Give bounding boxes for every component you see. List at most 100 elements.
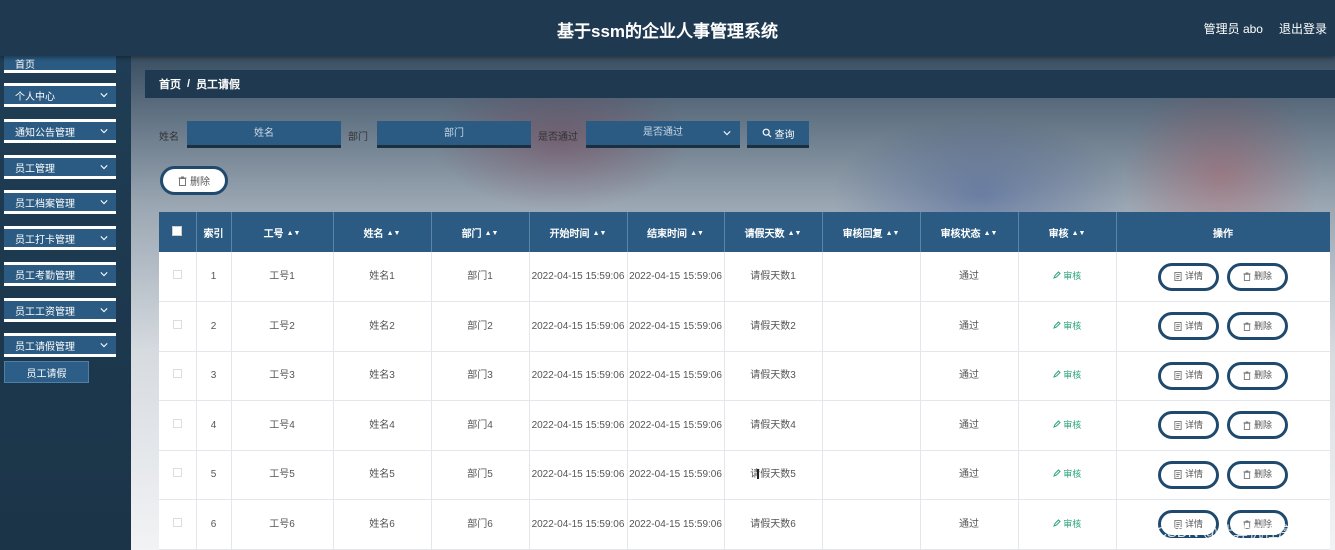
batch-delete-button[interactable]: 删除 (160, 166, 228, 195)
col-dept[interactable]: 部门 ▲▼ (431, 212, 530, 252)
row-checkbox[interactable] (172, 418, 182, 428)
sidebar-item-label: 员工考勤管理 (15, 270, 75, 282)
col-audit[interactable]: 审核 ▲▼ (1018, 212, 1117, 252)
sidebar-item[interactable]: 通知公告管理 (4, 119, 116, 143)
col-reply[interactable]: 审核回复 ▲▼ (822, 212, 921, 252)
chevron-down-icon (100, 343, 108, 348)
audit-link[interactable]: 审核 (1052, 271, 1081, 281)
select-all-header[interactable] (159, 212, 197, 252)
detail-button-label: 详情 (1184, 419, 1203, 430)
edit-icon (1052, 519, 1061, 527)
delete-button-label: 删除 (1253, 419, 1272, 430)
row-checkbox[interactable] (172, 270, 182, 279)
detail-button[interactable]: 详情 (1158, 460, 1219, 489)
cell-status: 通过 (920, 301, 1019, 352)
pass-select[interactable]: 是否通过 (586, 121, 740, 148)
delete-button[interactable]: 删除 (1227, 262, 1288, 291)
breadcrumb-home[interactable]: 首页 (159, 76, 181, 92)
query-button[interactable]: 查询 (747, 121, 809, 148)
delete-button[interactable]: 删除 (1227, 361, 1288, 390)
sidebar-item[interactable]: 员工请假管理 (4, 333, 116, 357)
cell-audit: 审核 (1018, 499, 1117, 550)
sidebar-item-label: 员工管理 (15, 163, 55, 175)
detail-button[interactable]: 详情 (1158, 312, 1219, 341)
sidebar-item[interactable]: 员工档案管理 (4, 190, 116, 214)
audit-link-label: 审核 (1063, 320, 1082, 331)
row-select-cell (159, 499, 197, 550)
logout-link[interactable]: 退出登录 (1279, 20, 1327, 37)
cell-start: 2022-04-15 15:59:06 (529, 252, 628, 302)
delete-button[interactable]: 删除 (1227, 312, 1288, 341)
cell-status: 通过 (920, 252, 1019, 302)
sidebar-item-label: 个人中心 (15, 91, 55, 103)
col-ops: 操作 (1116, 212, 1330, 252)
chevron-down-icon (100, 93, 108, 98)
row-checkbox[interactable] (172, 468, 182, 478)
col-name[interactable]: 姓名 ▲▼ (333, 212, 432, 252)
delete-button[interactable]: 删除 (1227, 411, 1288, 440)
detail-button-label: 详情 (1184, 320, 1203, 331)
table-row: 4 工号4 姓名4 部门4 2022-04-15 15:59:06 2022-04-15 … (159, 400, 1330, 451)
cell-index: 5 (196, 450, 232, 500)
delete-button[interactable]: 删除 (1227, 460, 1288, 489)
audit-link[interactable]: 审核 (1052, 370, 1081, 380)
audit-link[interactable]: 审核 (1052, 320, 1082, 331)
detail-button[interactable]: 详情 (1158, 411, 1219, 440)
sidebar-item[interactable]: 员工考勤管理 (4, 262, 116, 286)
row-checkbox[interactable] (172, 369, 182, 379)
sidebar-subitem-leave[interactable]: 员工请假 (4, 361, 89, 383)
detail-button[interactable]: 详情 (1158, 262, 1219, 291)
sidebar-item[interactable]: 员工管理 (4, 155, 116, 179)
row-checkbox[interactable] (172, 517, 182, 527)
cell-index: 4 (196, 400, 232, 451)
dept-input[interactable] (377, 121, 531, 148)
sidebar-item-label: 首页 (15, 60, 35, 71)
cell-ops: 详情 删除 (1116, 351, 1330, 401)
col-emp-no[interactable]: 工号 ▲▼ (231, 212, 334, 252)
cell-dept: 部门6 (431, 499, 530, 550)
breadcrumb: 首页 / 员工请假 (145, 70, 1335, 98)
table-row: 2 工号2 姓名2 部门2 2022-04-15 15:59:06 2022-04-15 … (159, 301, 1330, 352)
breadcrumb-current: 员工请假 (196, 79, 241, 91)
breadcrumb-separator: / (187, 78, 191, 90)
cell-days: 请假天数1 (724, 252, 823, 302)
cell-audit: 审核 (1018, 252, 1117, 302)
col-end[interactable]: 结束时间 ▲▼ (627, 212, 725, 252)
edit-icon (1052, 370, 1061, 379)
cell-start: 2022-04-15 15:59:06 (529, 450, 628, 500)
audit-link-label: 审核 (1063, 469, 1082, 480)
sort-icon: ▲▼ (286, 230, 301, 238)
name-input[interactable] (187, 121, 341, 148)
sidebar-item[interactable]: 员工工资管理 (4, 298, 116, 322)
cell-audit: 审核 (1018, 400, 1117, 451)
top-bar: 基于ssm的企业人事管理系统 管理员 abo 退出登录 (0, 0, 1335, 56)
trash-icon (1243, 322, 1251, 331)
select-all-checkbox[interactable] (172, 225, 183, 236)
detail-button-label: 详情 (1184, 271, 1203, 281)
sidebar: 首页个人中心通知公告管理员工管理员工档案管理 员工打卡管理员工考勤管理员工工资管理… (0, 56, 131, 550)
audit-link[interactable]: 审核 (1052, 519, 1081, 529)
cell-reply (822, 499, 921, 550)
cell-name: 姓名5 (333, 450, 432, 500)
sort-icon: ▲▼ (592, 230, 607, 238)
search-icon (762, 128, 771, 138)
sidebar-item[interactable]: 个人中心 (4, 83, 116, 107)
cell-status: 通过 (920, 499, 1019, 550)
row-select-cell (159, 252, 197, 302)
cell-index: 6 (196, 499, 232, 550)
cell-dept: 部门3 (431, 351, 530, 401)
cell-dept: 部门4 (431, 400, 530, 451)
col-start[interactable]: 开始时间 ▲▼ (529, 212, 628, 252)
audit-link[interactable]: 审核 (1052, 469, 1082, 480)
current-user[interactable]: 管理员 abo (1204, 20, 1263, 37)
cell-dept: 部门2 (431, 301, 530, 352)
col-status[interactable]: 审核状态 ▲▼ (920, 212, 1019, 252)
sidebar-item[interactable]: 员工打卡管理 (4, 226, 116, 250)
detail-button-label: 详情 (1184, 469, 1203, 480)
col-days[interactable]: 请假天数 ▲▼ (724, 212, 823, 252)
cell-start: 2022-04-15 15:59:06 (529, 351, 628, 401)
sidebar-item[interactable]: 首页 (4, 56, 116, 73)
detail-button[interactable]: 详情 (1158, 361, 1219, 390)
audit-link[interactable]: 审核 (1052, 420, 1081, 430)
row-checkbox[interactable] (172, 319, 182, 329)
